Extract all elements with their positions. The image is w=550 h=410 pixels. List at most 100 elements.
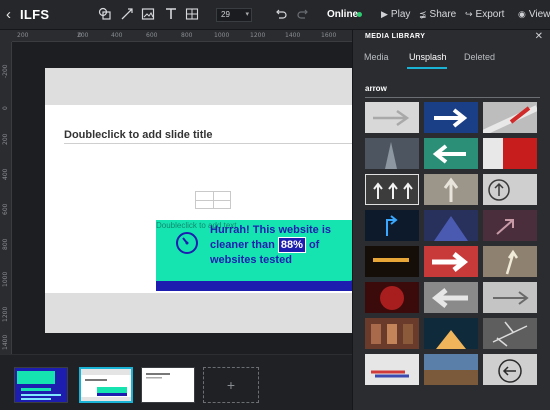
tab-unsplash[interactable]: Unsplash <box>409 52 447 62</box>
slide-thumbnail[interactable] <box>141 367 195 403</box>
add-slide-button[interactable]: + <box>203 367 259 403</box>
promo-banner[interactable]: Doubleclick to add text Hurrah! This web… <box>156 220 352 291</box>
ruler-tick: 400 <box>2 168 9 180</box>
search-input[interactable]: arrow <box>365 84 540 98</box>
arrow-image-result[interactable] <box>483 354 537 385</box>
ruler-tick: 200 <box>77 32 89 39</box>
arrow-image-result[interactable] <box>424 282 478 313</box>
document-title[interactable]: ILFS <box>20 7 49 22</box>
arrow-image-result[interactable] <box>424 138 478 169</box>
slide-footer-band <box>45 293 352 333</box>
arrow-image-result[interactable] <box>365 138 419 169</box>
ruler-tick: 200 <box>2 133 9 145</box>
ruler-tick: 1600 <box>321 32 337 39</box>
active-tab-indicator <box>407 67 447 69</box>
line-icon[interactable] <box>120 7 136 23</box>
ruler-tick: 200 <box>17 32 29 39</box>
view-button[interactable]: ◉ View <box>518 9 550 20</box>
top-toolbar: ‹ ILFS 29 ▾ Online ▶ Play ⪵ Share ↪ Expo… <box>0 0 550 30</box>
table-element[interactable] <box>195 191 231 209</box>
text-icon[interactable] <box>164 7 180 23</box>
play-icon: ▶ <box>381 9 388 19</box>
arrow-image-result[interactable] <box>424 354 478 385</box>
promo-line-1: Hurrah! This website is <box>210 224 332 236</box>
promo-line-2: cleaner than <box>210 239 278 251</box>
close-icon[interactable]: ✕ <box>535 31 543 42</box>
promo-text: Hurrah! This website is cleaner than 88%… <box>210 223 350 267</box>
share-label: Share <box>429 9 457 20</box>
export-label: Export <box>475 9 505 20</box>
promo-line-3: websites tested <box>210 254 292 266</box>
connection-status: Online <box>327 9 359 20</box>
arrow-image-result[interactable] <box>365 318 419 349</box>
ruler-tick: 800 <box>181 32 193 39</box>
ruler-tick: -200 <box>2 64 9 78</box>
share-button[interactable]: ⪵ Share <box>419 9 456 20</box>
export-icon: ↪ <box>465 9 473 19</box>
view-label: View <box>528 9 550 20</box>
tab-media[interactable]: Media <box>364 52 389 62</box>
table-icon[interactable] <box>185 7 201 23</box>
back-chevron-icon[interactable]: ‹ <box>6 6 11 23</box>
ruler-tick: 800 <box>2 238 9 250</box>
slide-title-placeholder[interactable]: Doubleclick to add slide title <box>64 129 213 141</box>
vertical-ruler: -200 0 200 400 600 800 1000 1200 1400 <box>0 42 12 354</box>
ruler-tick: 1000 <box>2 271 9 287</box>
font-size-value: 29 <box>221 10 230 19</box>
title-divider <box>64 143 352 144</box>
ruler-tick: 600 <box>146 32 158 39</box>
ruler-tick: 400 <box>111 32 123 39</box>
arrow-image-result[interactable] <box>365 102 419 133</box>
percent-badge: 88% <box>277 237 306 253</box>
ruler-tick: 1200 <box>2 306 9 322</box>
arrow-image-result[interactable] <box>424 210 478 241</box>
arrow-image-result[interactable] <box>365 282 419 313</box>
shapes-icon[interactable] <box>98 7 114 23</box>
chevron-down-icon: ▾ <box>245 11 249 18</box>
media-library-panel: MEDIA LIBRARY ✕ Media Unsplash Deleted a… <box>352 30 550 410</box>
ruler-tick: 1400 <box>285 32 301 39</box>
horizontal-ruler: 200 0 200 400 600 800 1000 1200 1400 160… <box>12 30 352 42</box>
arrow-image-result[interactable] <box>483 282 537 313</box>
ruler-tick: 600 <box>2 203 9 215</box>
arrow-image-result[interactable] <box>483 318 537 349</box>
undo-icon[interactable] <box>274 7 290 23</box>
ruler-tick: 1200 <box>250 32 266 39</box>
arrow-image-result[interactable] <box>424 246 478 277</box>
arrow-image-result[interactable] <box>365 246 419 277</box>
arrow-image-result[interactable] <box>483 102 537 133</box>
play-button[interactable]: ▶ Play <box>381 9 410 20</box>
slide-filmstrip: + <box>0 354 352 410</box>
arrow-image-result[interactable] <box>365 174 419 205</box>
tab-deleted[interactable]: Deleted <box>464 52 495 62</box>
arrow-image-result[interactable] <box>483 210 537 241</box>
arrow-image-result[interactable] <box>424 102 478 133</box>
export-button[interactable]: ↪ Export <box>465 9 504 20</box>
ruler-tick: 0 <box>2 106 9 110</box>
image-icon[interactable] <box>141 7 157 23</box>
redo-icon[interactable] <box>296 7 312 23</box>
share-icon: ⪵ <box>419 9 427 19</box>
ruler-tick: 1400 <box>2 334 9 350</box>
ruler-tick: 1000 <box>214 32 230 39</box>
arrow-image-result[interactable] <box>365 354 419 385</box>
arrow-image-result[interactable] <box>483 174 537 205</box>
play-label: Play <box>390 9 411 20</box>
slide-header-band <box>45 68 352 105</box>
slide-canvas[interactable]: Doubleclick to add slide title Doublecli… <box>12 42 352 354</box>
slide-thumbnail[interactable] <box>14 367 68 403</box>
status-dot-icon <box>357 12 362 17</box>
arrow-image-result[interactable] <box>483 138 537 169</box>
gauge-icon <box>176 232 198 254</box>
panel-title: MEDIA LIBRARY <box>365 33 426 40</box>
ruler-corner <box>0 30 12 42</box>
font-size-select[interactable]: 29 ▾ <box>216 8 252 22</box>
arrow-image-result[interactable] <box>424 318 478 349</box>
arrow-image-result[interactable] <box>365 210 419 241</box>
arrow-image-result[interactable] <box>483 246 537 277</box>
arrow-image-result[interactable] <box>424 174 478 205</box>
view-icon: ◉ <box>518 9 526 19</box>
slide-thumbnail-selected[interactable] <box>79 367 133 403</box>
promo-line-2-end: of <box>305 239 320 251</box>
promo-banner-fill: Doubleclick to add text Hurrah! This web… <box>156 220 352 281</box>
